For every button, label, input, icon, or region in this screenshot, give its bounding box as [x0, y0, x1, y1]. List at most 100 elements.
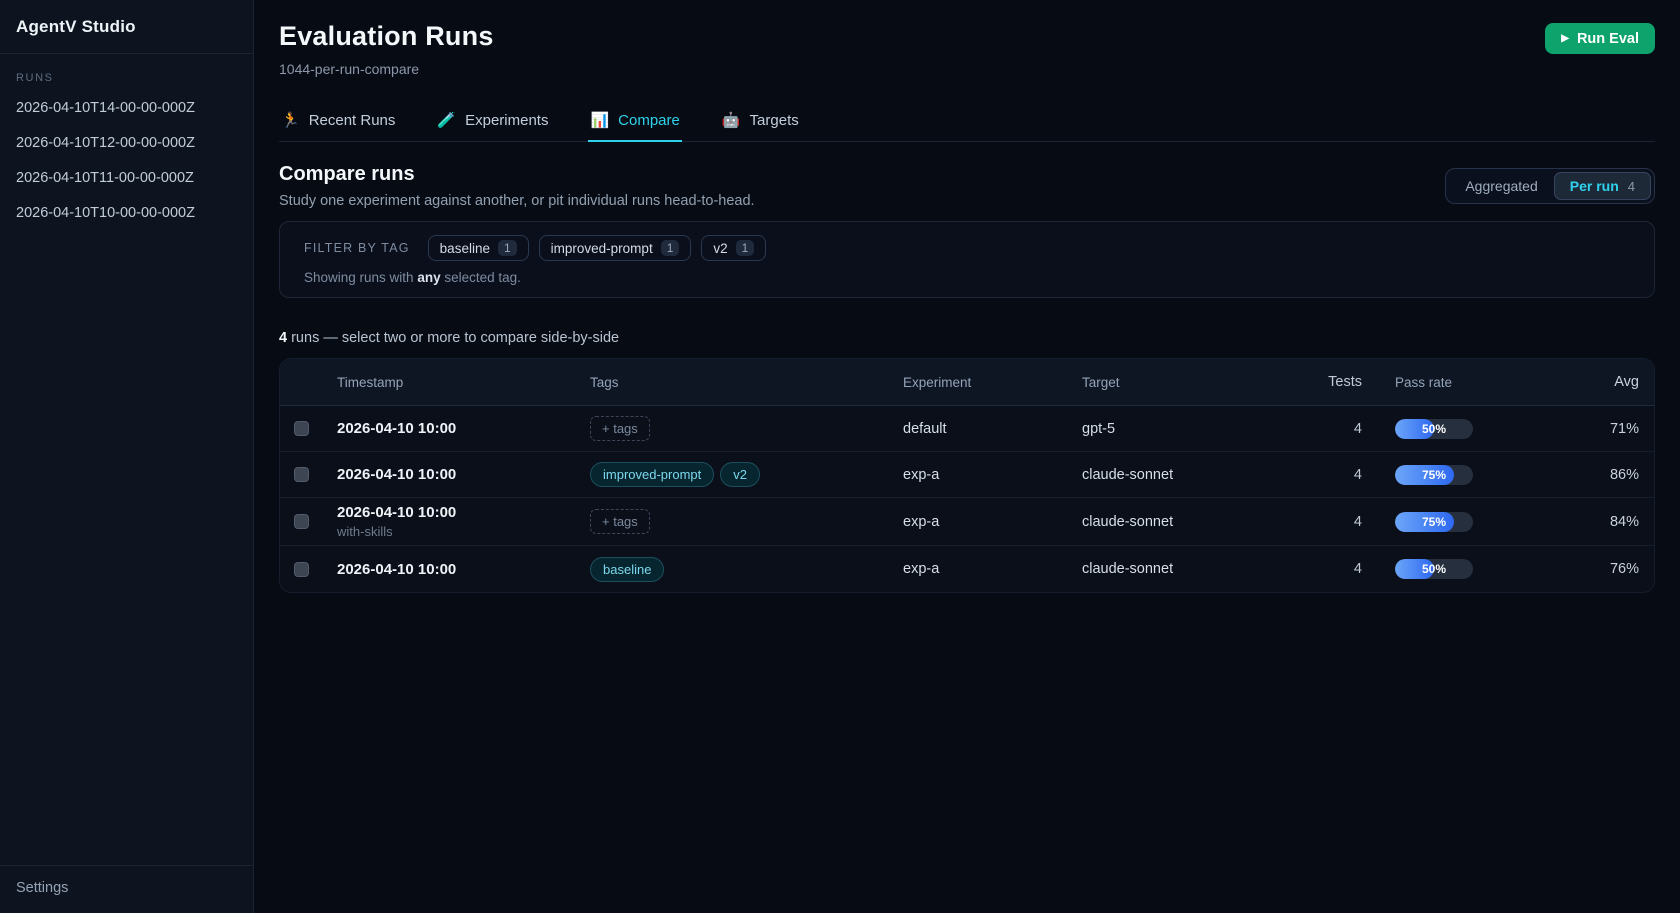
sidebar-run-item[interactable]: 2026-04-10T12-00-00-000Z: [16, 135, 237, 151]
table-body: 2026-04-10 10:00 + tags default gpt-5 4 …: [280, 406, 1654, 592]
compare-section-header: Compare runs Study one experiment agains…: [279, 163, 1655, 209]
row-timestamp: 2026-04-10 10:00: [337, 420, 590, 437]
row-checkbox[interactable]: [294, 514, 309, 529]
sidebar-run-item[interactable]: 2026-04-10T10-00-00-000Z: [16, 205, 237, 221]
tab-compare[interactable]: 📊 Compare: [588, 112, 681, 141]
sidebar-body: RUNS 2026-04-10T14-00-00-000Z2026-04-10T…: [0, 54, 253, 865]
pass-rate-label: 50%: [1395, 559, 1473, 579]
row-checkbox[interactable]: [294, 467, 309, 482]
row-experiment: default: [903, 421, 1082, 437]
tab-label: Compare: [618, 112, 680, 129]
row-experiment: exp-a: [903, 514, 1082, 530]
row-tags: baseline: [590, 557, 903, 582]
row-avg: 84%: [1542, 514, 1654, 530]
runner-icon: 🏃: [281, 113, 300, 128]
pass-rate-bar: 50%: [1395, 559, 1473, 579]
filter-tag-count-badge: 1: [661, 240, 680, 256]
runs-section-label: RUNS: [16, 72, 237, 84]
col-experiment: Experiment: [903, 375, 1082, 390]
filter-row: FILTER BY TAG baseline 1 improved-prompt…: [304, 235, 1630, 261]
sidebar-run-item[interactable]: 2026-04-10T14-00-00-000Z: [16, 100, 237, 116]
row-avg: 71%: [1542, 421, 1654, 437]
row-target: claude-sonnet: [1082, 561, 1282, 577]
pass-rate-bar: 50%: [1395, 419, 1473, 439]
pass-rate-label: 50%: [1395, 419, 1473, 439]
pass-rate-bar: 75%: [1395, 512, 1473, 532]
tag-pill-improved-prompt: improved-prompt: [590, 462, 714, 487]
filter-tag-chip-improved-prompt[interactable]: improved-prompt 1: [539, 235, 692, 261]
tab-bar: 🏃 Recent Runs 🧪 Experiments 📊 Compare 🤖 …: [279, 112, 1655, 142]
page-header: Evaluation Runs 1044-per-run-compare ▶ R…: [279, 0, 1655, 77]
tab-targets[interactable]: 🤖 Targets: [720, 112, 801, 141]
col-tests: Tests: [1282, 374, 1362, 390]
compare-heading-block: Compare runs Study one experiment agains…: [279, 163, 755, 209]
tab-label: Experiments: [465, 112, 548, 129]
pass-rate-label: 75%: [1395, 512, 1473, 532]
table-row: 2026-04-10 10:00 with-skills + tags exp-…: [280, 498, 1654, 546]
row-tests: 4: [1282, 467, 1362, 483]
col-target: Target: [1082, 375, 1282, 390]
sidebar-header: AgentV Studio: [0, 0, 253, 54]
table-row: 2026-04-10 10:00 baseline exp-a claude-s…: [280, 546, 1654, 592]
pass-rate-label: 75%: [1395, 465, 1473, 485]
sidebar-run-item[interactable]: 2026-04-10T11-00-00-000Z: [16, 170, 237, 186]
table-row: 2026-04-10 10:00 improved-promptv2 exp-a…: [280, 452, 1654, 498]
sidebar: AgentV Studio RUNS 2026-04-10T14-00-00-0…: [0, 0, 254, 913]
row-timestamp: 2026-04-10 10:00: [337, 561, 590, 578]
view-mode-toggle: Aggregated Per run 4: [1445, 168, 1655, 204]
settings-link[interactable]: Settings: [16, 880, 68, 896]
test-tube-icon: 🧪: [437, 113, 456, 128]
filter-hint: Showing runs with any selected tag.: [304, 270, 1630, 285]
page-title: Evaluation Runs: [279, 21, 494, 52]
app-root: AgentV Studio RUNS 2026-04-10T14-00-00-0…: [0, 0, 1680, 913]
runs-table: Timestamp Tags Experiment Target Tests P…: [279, 358, 1655, 593]
filter-panel: FILTER BY TAG baseline 1 improved-prompt…: [279, 221, 1655, 298]
page-subtitle: 1044-per-run-compare: [279, 61, 494, 77]
compare-heading: Compare runs: [279, 163, 755, 186]
sidebar-footer: Settings: [0, 865, 253, 913]
tab-recent-runs[interactable]: 🏃 Recent Runs: [279, 112, 397, 141]
row-experiment: exp-a: [903, 467, 1082, 483]
filter-by-tag-label: FILTER BY TAG: [304, 241, 410, 255]
runs-summary: 4 runs — select two or more to compare s…: [279, 330, 1655, 346]
add-tags-button[interactable]: + tags: [590, 509, 650, 534]
filter-chip-list: baseline 1 improved-prompt 1 v2 1: [428, 235, 767, 261]
filter-tag-chip-baseline[interactable]: baseline 1: [428, 235, 529, 261]
row-target: gpt-5: [1082, 421, 1282, 437]
row-tests: 4: [1282, 561, 1362, 577]
row-checkbox[interactable]: [294, 421, 309, 436]
add-tags-button[interactable]: + tags: [590, 416, 650, 441]
row-tests: 4: [1282, 421, 1362, 437]
filter-tag-count-badge: 1: [736, 240, 755, 256]
row-timestamp: 2026-04-10 10:00: [337, 466, 590, 483]
tab-label: Targets: [750, 112, 799, 129]
col-timestamp: Timestamp: [337, 375, 590, 390]
tab-experiments[interactable]: 🧪 Experiments: [435, 112, 550, 141]
filter-tag-chip-v2[interactable]: v2 1: [701, 235, 766, 261]
col-pass-rate: Pass rate: [1362, 375, 1542, 390]
row-checkbox[interactable]: [294, 562, 309, 577]
row-tags: + tags: [590, 509, 903, 534]
per-run-count: 4: [1628, 179, 1635, 194]
row-avg: 86%: [1542, 467, 1654, 483]
toggle-option-per-run[interactable]: Per run 4: [1554, 172, 1651, 200]
filter-tag-name: v2: [713, 241, 727, 256]
row-experiment: exp-a: [903, 561, 1082, 577]
row-avg: 76%: [1542, 561, 1654, 577]
table-header-row: Timestamp Tags Experiment Target Tests P…: [280, 359, 1654, 406]
run-eval-button[interactable]: ▶ Run Eval: [1545, 23, 1655, 54]
row-timestamp: 2026-04-10 10:00: [337, 504, 590, 521]
pass-rate-bar: 75%: [1395, 465, 1473, 485]
row-tags: + tags: [590, 416, 903, 441]
tag-pill-v2: v2: [720, 462, 760, 487]
filter-tag-name: baseline: [440, 241, 490, 256]
app-title: AgentV Studio: [16, 17, 237, 37]
run-list: 2026-04-10T14-00-00-000Z 2026-04-10T12-00…: [16, 100, 237, 221]
toggle-option-aggregated[interactable]: Aggregated: [1449, 172, 1553, 200]
col-avg: Avg: [1542, 374, 1654, 390]
filter-tag-name: improved-prompt: [551, 241, 653, 256]
bar-chart-icon: 📊: [590, 113, 609, 128]
col-tags: Tags: [590, 375, 903, 390]
compare-description: Study one experiment against another, or…: [279, 193, 755, 209]
run-eval-label: Run Eval: [1577, 31, 1639, 47]
